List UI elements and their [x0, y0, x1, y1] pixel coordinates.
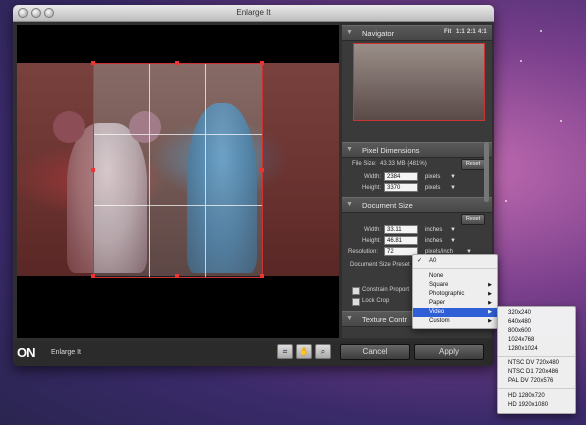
menu-item-none[interactable]: None — [413, 272, 497, 281]
constrain-proportions-label: Constrain Proport — [362, 287, 410, 293]
lock-crop-checkbox[interactable] — [352, 298, 360, 306]
crop-rectangle[interactable] — [93, 63, 263, 278]
submenu-arrow-icon: ▶ — [488, 318, 492, 324]
menu-item-video[interactable]: Video ▶ — [413, 308, 497, 317]
menu-item-hd-1080[interactable]: HD 1920x1080 — [498, 401, 575, 410]
zoom-1-1[interactable]: 1:1 — [456, 29, 465, 35]
menu-item-photographic[interactable]: Photographic ▶ — [413, 290, 497, 299]
doc-width-field[interactable]: 33.11 — [384, 225, 418, 234]
crop-shade-right — [263, 63, 339, 276]
bottom-toolbar: ON Enlarge It ⌗ ✋ ⌕ Cancel Apply — [13, 341, 494, 366]
disclosure-triangle-icon: ▼ — [346, 315, 353, 322]
chevron-down-icon[interactable]: ▼ — [450, 227, 456, 233]
doc-height-label: Height: — [362, 238, 382, 244]
menu-item-640x480[interactable]: 640x480 — [498, 318, 575, 327]
app-name-label: Enlarge It — [51, 349, 81, 356]
document-size-preset-menu: ✓ A0 None Square ▶ Photographic ▶ Paper ▶ V… — [412, 254, 498, 329]
crop-handle-right[interactable] — [260, 168, 264, 172]
pixel-height-unit[interactable]: pixels — [425, 185, 440, 191]
menu-item-800x600[interactable]: 800x600 — [498, 327, 575, 336]
menu-item-square[interactable]: Square ▶ — [413, 281, 497, 290]
file-size-label: File Size: — [352, 161, 377, 167]
pixel-dimensions-header[interactable]: ▼ Pixel Dimensions — [342, 142, 492, 158]
menu-item-ntsc-d1[interactable]: NTSC D1 720x486 — [498, 368, 575, 377]
menu-item-1024x768[interactable]: 1024x768 — [498, 336, 575, 345]
desktop-sparkle — [520, 60, 522, 62]
crop-handle-top-right[interactable] — [260, 61, 264, 65]
submenu-arrow-icon: ▶ — [488, 309, 492, 315]
disclosure-triangle-icon: ▼ — [346, 201, 353, 208]
crop-handle-top-left[interactable] — [91, 61, 95, 65]
crop-handle-bottom-right[interactable] — [260, 274, 264, 278]
video-submenu: 320x240 640x480 800x600 1024x768 1280x10… — [497, 306, 576, 414]
pixel-height-label: Height: — [362, 185, 382, 191]
desktop-sparkle — [505, 200, 507, 202]
crop-handle-top[interactable] — [175, 61, 179, 65]
file-size-value: 43.33 MB (481%) — [380, 161, 427, 167]
pixel-width-field[interactable]: 2384 — [384, 172, 418, 181]
desktop-sparkle — [560, 120, 562, 122]
menu-item-paper[interactable]: Paper ▶ — [413, 299, 497, 308]
navigator-title: Navigator — [362, 29, 395, 38]
chevron-down-icon[interactable]: ▼ — [450, 238, 456, 244]
zoom-2-1[interactable]: 2:1 — [467, 29, 476, 35]
crop-icon: ⌗ — [282, 347, 288, 356]
crop-handle-left[interactable] — [91, 168, 95, 172]
menu-item-320x240[interactable]: 320x240 — [498, 309, 575, 318]
zoom-fit[interactable]: Fit — [444, 29, 451, 35]
crop-tool-button[interactable]: ⌗ — [277, 344, 293, 359]
menu-item-hd-720[interactable]: HD 1280x720 — [498, 392, 575, 401]
window-title: Enlarge It — [236, 8, 271, 17]
hand-icon: ✋ — [299, 347, 309, 356]
app-logo: ON — [17, 345, 35, 360]
navigator-header[interactable]: ▼ Navigator Fit 1:1 2:1 4:1 — [342, 25, 492, 41]
lock-crop-label: Lock Crop — [362, 298, 390, 304]
resolution-label: Resolution: — [348, 249, 379, 255]
pixel-height-field[interactable]: 3370 — [384, 183, 418, 192]
doc-width-label: Width: — [364, 227, 382, 233]
menu-item-1280x1024[interactable]: 1280x1024 — [498, 345, 575, 354]
pixel-reset-button[interactable]: Reset — [461, 159, 485, 170]
crop-handle-bottom[interactable] — [175, 274, 179, 278]
navigator-thumbnail[interactable] — [353, 43, 485, 121]
disclosure-triangle-icon: ▼ — [346, 29, 353, 36]
hand-tool-button[interactable]: ✋ — [296, 344, 312, 359]
checkmark-icon: ✓ — [417, 258, 423, 264]
chevron-down-icon[interactable]: ▼ — [450, 174, 456, 180]
zoom-4-1[interactable]: 4:1 — [478, 29, 487, 35]
menu-item-ntsc-dv[interactable]: NTSC DV 720x480 — [498, 359, 575, 368]
crop-handle-bottom-left[interactable] — [91, 274, 95, 278]
disclosure-triangle-icon: ▼ — [346, 146, 353, 153]
apply-button[interactable]: Apply — [414, 344, 484, 360]
crop-shade-left — [17, 63, 93, 276]
submenu-arrow-icon: ▶ — [488, 291, 492, 297]
cancel-button[interactable]: Cancel — [340, 344, 410, 360]
zoom-tool-button[interactable]: ⌕ — [315, 344, 331, 359]
image-canvas[interactable] — [17, 25, 339, 338]
menu-item-pal-dv[interactable]: PAL DV 720x576 — [498, 377, 575, 386]
menu-item-custom[interactable]: Custom ▶ — [413, 317, 497, 326]
desktop-sparkle — [540, 30, 542, 32]
doc-height-unit[interactable]: inches — [425, 238, 442, 244]
chevron-down-icon[interactable]: ▼ — [450, 185, 456, 191]
constrain-proportions-checkbox[interactable] — [352, 287, 360, 295]
pixel-width-unit[interactable]: pixels — [425, 174, 440, 180]
texture-control-title: Texture Contr — [362, 315, 408, 324]
document-size-title: Document Size — [362, 201, 413, 210]
title-bar[interactable]: Enlarge It — [13, 5, 494, 22]
doc-height-field[interactable]: 46.81 — [384, 236, 418, 245]
magnifier-icon: ⌕ — [320, 347, 326, 356]
submenu-arrow-icon: ▶ — [488, 300, 492, 306]
document-size-header[interactable]: ▼ Document Size — [342, 197, 492, 213]
sidebar-scrollbar[interactable] — [484, 142, 489, 202]
document-size-preset-label: Document Size Preset — [350, 262, 410, 268]
document-reset-button[interactable]: Reset — [461, 214, 485, 225]
pixel-dimensions-title: Pixel Dimensions — [362, 146, 420, 155]
doc-width-unit[interactable]: inches — [425, 227, 442, 233]
pixel-width-label: Width: — [364, 174, 382, 180]
submenu-arrow-icon: ▶ — [488, 282, 492, 288]
menu-item-a0[interactable]: ✓ A0 — [413, 257, 497, 266]
